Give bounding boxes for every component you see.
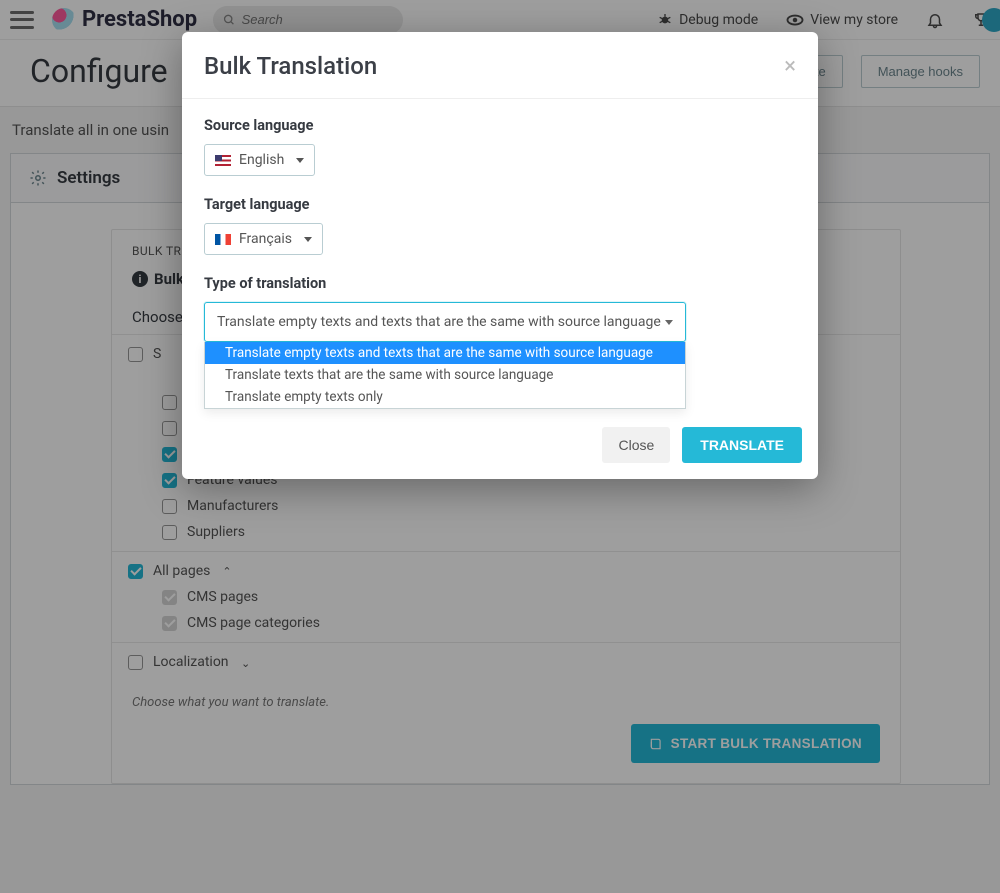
target-language-label: Target language xyxy=(204,196,796,213)
dropdown-option[interactable]: Translate empty texts and texts that are… xyxy=(205,342,685,364)
source-language-label: Source language xyxy=(204,117,796,134)
close-icon[interactable]: × xyxy=(784,54,796,79)
flag-fr-icon xyxy=(215,234,231,245)
source-language-select[interactable]: English xyxy=(204,144,315,176)
dropdown-option[interactable]: Translate texts that are the same with s… xyxy=(205,364,685,386)
type-dropdown-list: Translate empty texts and texts that are… xyxy=(204,342,686,409)
close-button[interactable]: Close xyxy=(602,427,670,463)
type-label: Type of translation xyxy=(204,275,796,292)
chevron-down-icon xyxy=(304,237,312,242)
modal-title: Bulk Translation xyxy=(204,52,377,80)
target-language-select[interactable]: Français xyxy=(204,223,323,255)
chevron-down-icon xyxy=(296,158,304,163)
bulk-translation-modal: Bulk Translation × Source language Engli… xyxy=(182,32,818,479)
chevron-down-icon xyxy=(665,320,673,325)
flag-us-icon xyxy=(215,155,231,166)
dropdown-option[interactable]: Translate empty texts only xyxy=(205,386,685,408)
type-of-translation-select[interactable]: Translate empty texts and texts that are… xyxy=(204,302,686,342)
translate-button[interactable]: TRANSLATE xyxy=(682,427,802,463)
